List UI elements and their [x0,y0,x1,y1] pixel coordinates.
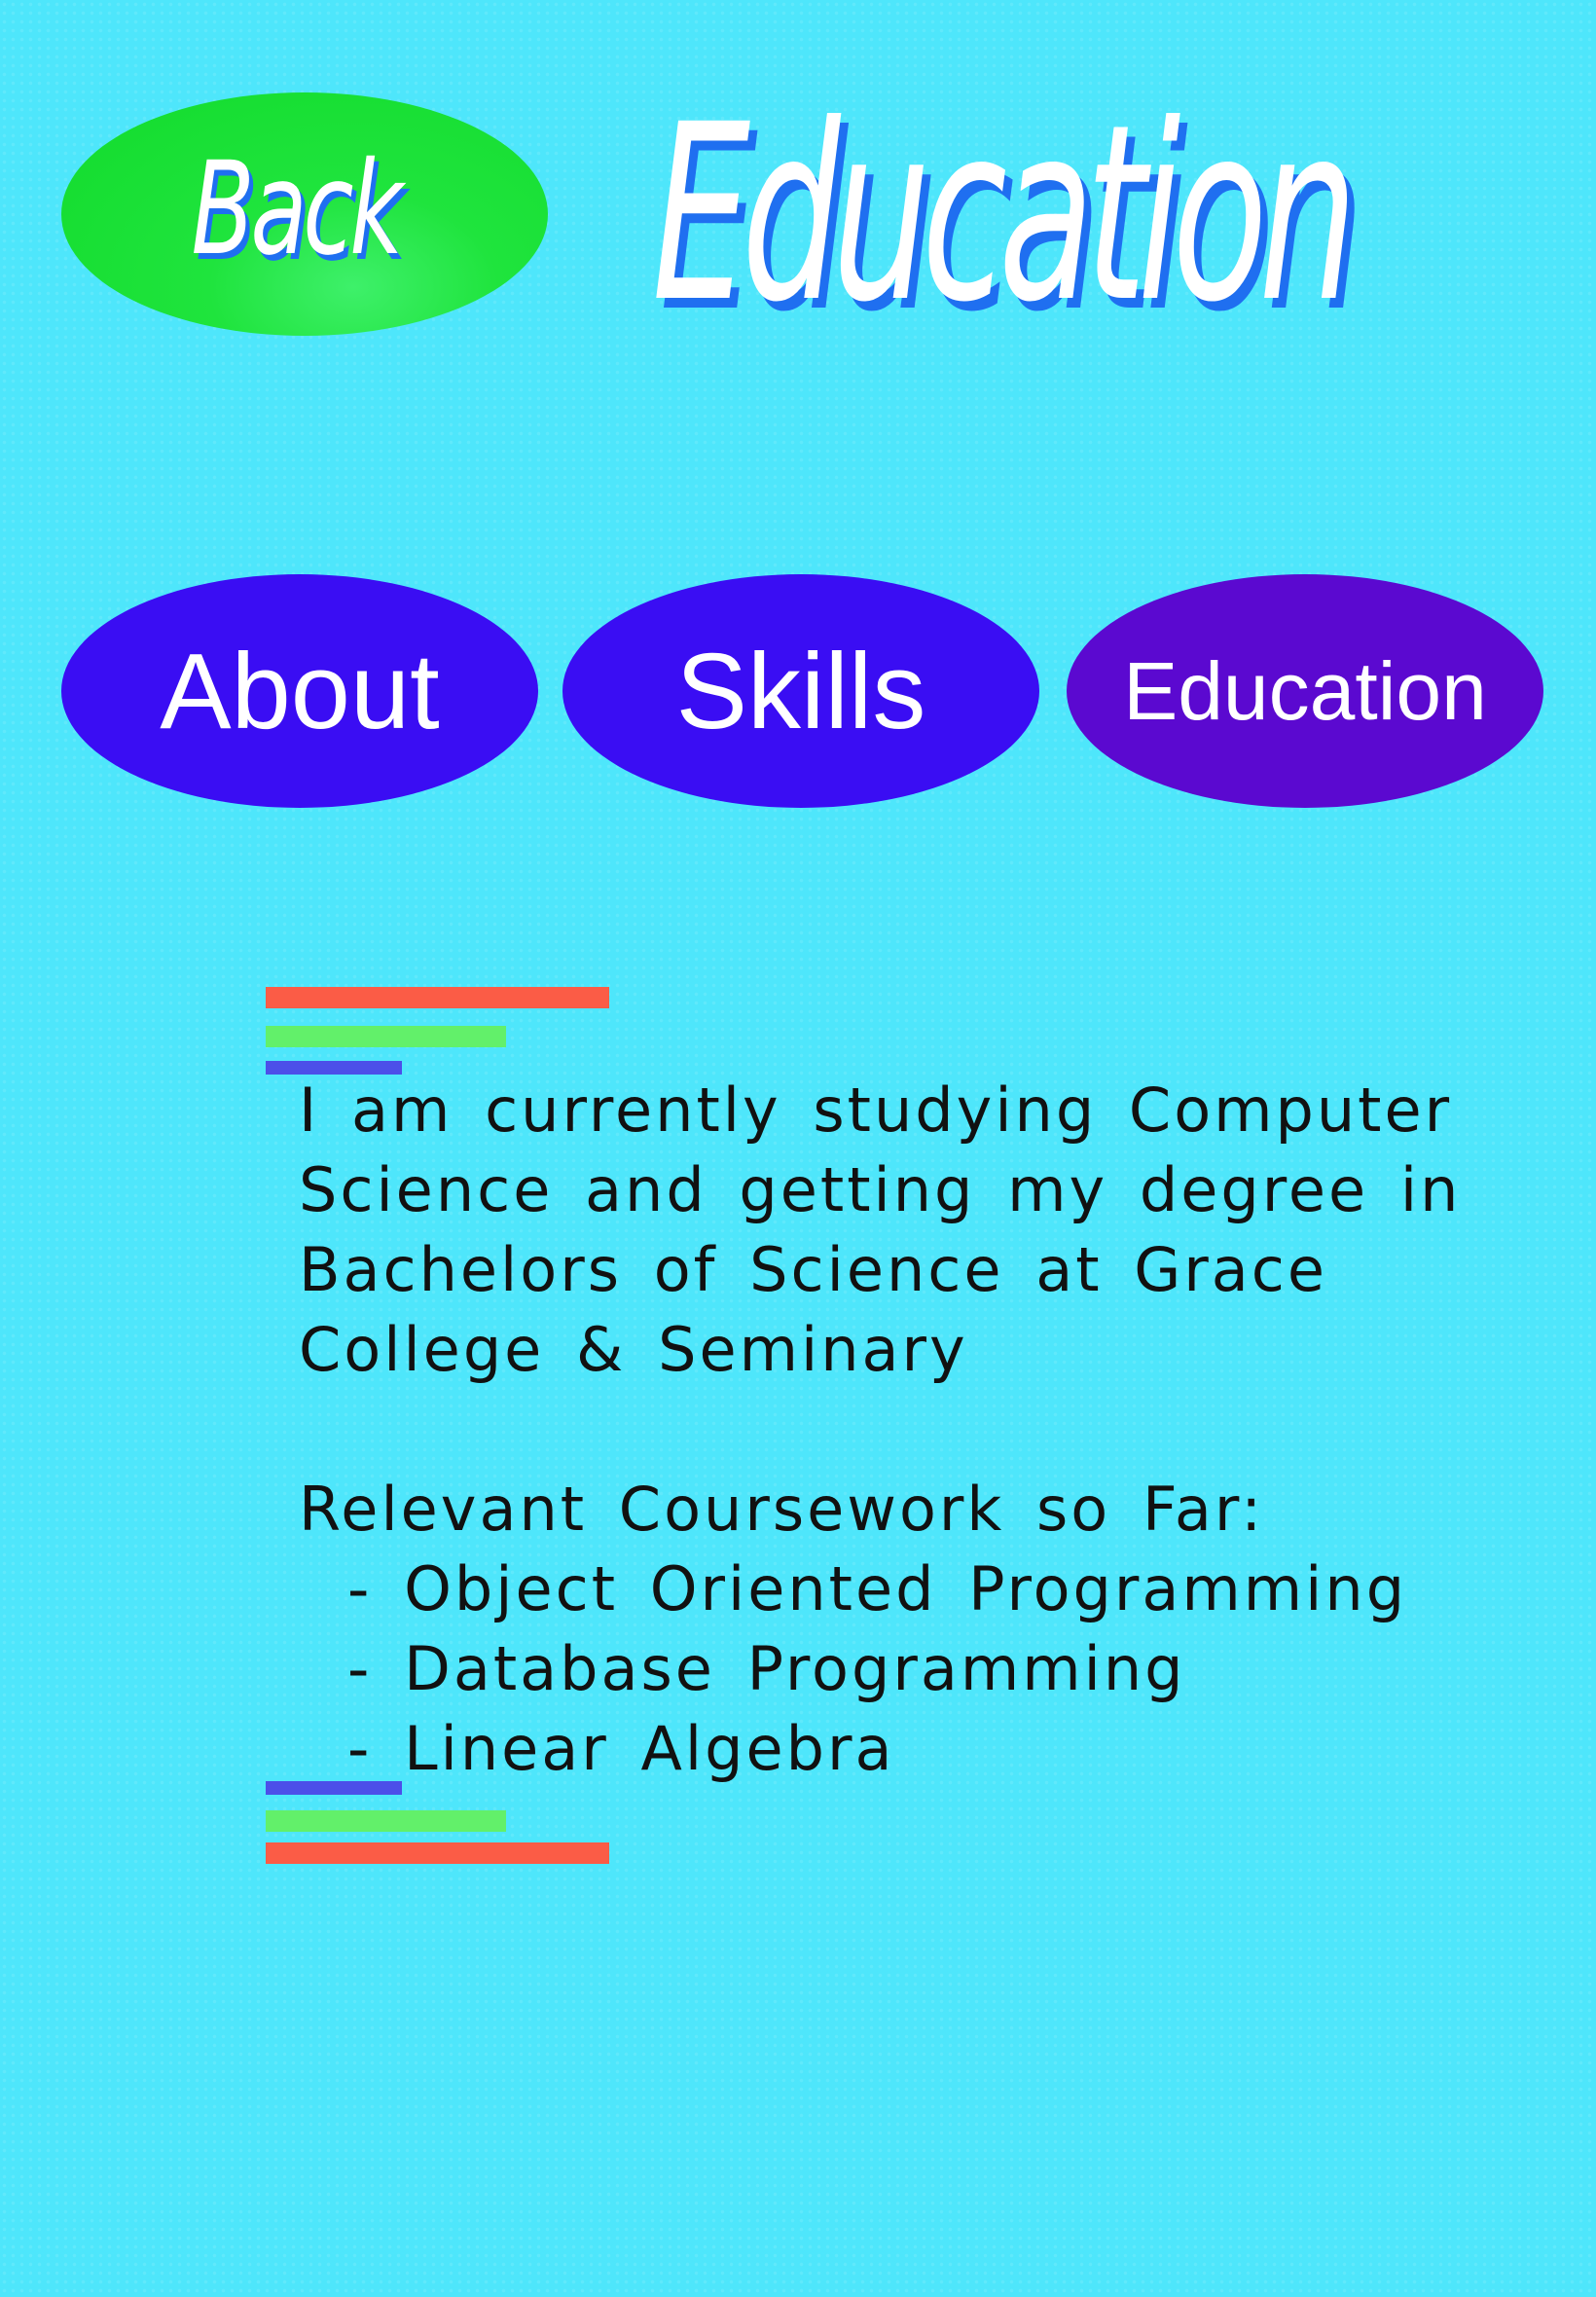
decorative-bar-green-bottom [266,1810,506,1832]
course-item: - Object Oriented Programming [347,1553,1408,1624]
nav-skills-label: Skills [675,631,926,751]
intro-line: Bachelors of Science at Grace [299,1234,1327,1305]
intro-line: Science and getting my degree in [299,1154,1462,1225]
page-title: Education [652,92,1528,336]
coursework-heading: Relevant Coursework so Far: [299,1474,1265,1545]
nav-education-label: Education [1123,644,1487,737]
back-button[interactable]: Back [61,92,548,336]
back-button-label: Back [191,134,403,284]
decorative-bar-red-top [266,987,609,1008]
nav-education-button[interactable]: Education [1067,574,1543,808]
decorative-bar-red-bottom [266,1842,609,1864]
course-item: - Database Programming [347,1633,1186,1704]
decorative-bar-blue-bottom [266,1781,402,1795]
education-description: I am currently studying Computer Science… [299,1071,1462,1789]
decorative-bar-green-top [266,1026,506,1047]
nav-about-button[interactable]: About [61,574,538,808]
intro-line: I am currently studying Computer [299,1075,1453,1146]
page-title-text: Education [652,72,1358,355]
intro-line: College & Seminary [299,1314,968,1385]
nav-about-label: About [160,631,440,751]
course-item: - Linear Algebra [347,1713,895,1784]
nav-skills-button[interactable]: Skills [562,574,1039,808]
